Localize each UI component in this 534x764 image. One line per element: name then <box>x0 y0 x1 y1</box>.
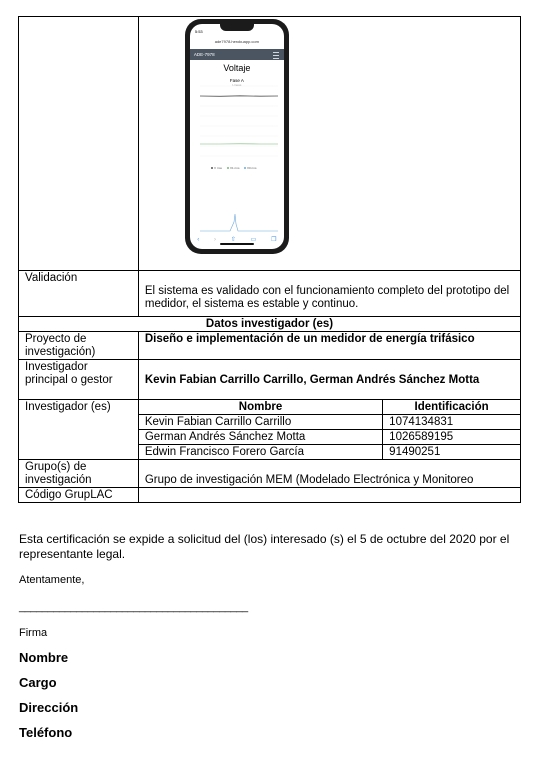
forward-icon: › <box>214 236 217 243</box>
investigadores-label: Investigador (es) <box>18 399 139 460</box>
proyecto-row: Proyecto de investigación) Diseño e impl… <box>18 331 522 360</box>
phone-notch <box>219 24 254 31</box>
investigador-principal-label: Investigador principal o gestor <box>18 359 139 400</box>
back-icon: ‹ <box>197 236 200 243</box>
browser-url: ade7978.herokuapp.com <box>214 39 259 44</box>
grupo-row: Grupo(s) de investigación Grupo de inves… <box>18 459 522 488</box>
series-v-rms <box>199 95 278 97</box>
proyecto-value: Diseño e implementación de un medidor de… <box>137 331 522 360</box>
investigador-principal-row: Investigador principal o gestor Kevin Fa… <box>18 359 522 400</box>
phone-mockup: 5:53 ade7978.herokuapp.com ADE-7978 Volt… <box>184 19 289 254</box>
cargo-label: Cargo <box>19 675 57 690</box>
chart-legend: V rms V1 rms V0 rms <box>210 166 257 170</box>
investigador-nombre: Kevin Fabian Carrillo Carrillo <box>137 414 384 430</box>
home-indicator <box>219 243 254 245</box>
telefono-label: Teléfono <box>19 725 73 740</box>
certificacion-text: Esta certificación se expide a solicitud… <box>19 532 510 561</box>
image-row-label <box>18 16 139 271</box>
validacion-label: Validación <box>18 270 139 317</box>
nombre-label: Nombre <box>19 650 69 665</box>
datos-header-row: Datos investigador (es) <box>18 316 521 332</box>
codigo-value <box>137 487 522 503</box>
codigo-label: Código GrupLAC <box>18 487 139 503</box>
certificate-table: 5:53 ade7978.herokuapp.com ADE-7978 Volt… <box>18 16 522 503</box>
investigador-id: 1074134831 <box>382 414 521 430</box>
investigador-id: 1026589195 <box>382 429 521 445</box>
signature-line: ________________________________________ <box>19 601 248 613</box>
direccion-label: Dirección <box>19 700 79 715</box>
investigador-nombre: Edwin Francisco Forero García <box>137 444 384 460</box>
menu-icon <box>272 52 279 59</box>
col-identificacion-header: Identificación <box>382 399 521 415</box>
legend-v1-rms: V1 rms <box>230 166 240 170</box>
investigadores-header-row: Investigador (es) Nombre Identificación <box>18 399 521 460</box>
image-row: 5:53 ade7978.herokuapp.com ADE-7978 Volt… <box>18 16 522 271</box>
grupo-value: Grupo de investigación MEM (Modelado Ele… <box>137 459 522 488</box>
app-title: ADE-7978 <box>193 52 215 57</box>
tabs-icon: ❐ <box>271 236 277 243</box>
series-v0-rms <box>199 213 278 232</box>
legend-v0-rms: V0 rms <box>247 166 257 170</box>
investigador-principal-value: Kevin Fabian Carrillo Carrillo, German A… <box>137 359 522 400</box>
phone-screenshot-cell: 5:53 ade7978.herokuapp.com ADE-7978 Volt… <box>137 16 522 271</box>
validacion-text: El sistema es validado con el funcionami… <box>137 270 522 317</box>
col-nombre-header: Nombre <box>137 399 384 415</box>
voltage-chart: V rms V1 rms V0 rms <box>199 85 278 232</box>
codigo-row: Código GrupLAC <box>18 487 522 503</box>
proyecto-label: Proyecto de investigación) <box>18 331 139 360</box>
validacion-row: Validación El sistema es validado con el… <box>18 270 522 317</box>
datos-header: Datos investigador (es) <box>18 316 521 332</box>
firma-label: Firma <box>19 627 48 639</box>
investigador-nombre: German Andrés Sánchez Motta <box>137 429 384 445</box>
phone-screen: 5:53 ade7978.herokuapp.com ADE-7978 Volt… <box>189 24 284 249</box>
legend-v-rms: V rms <box>214 166 222 170</box>
investigador-id: 91490251 <box>382 444 521 460</box>
app-bar: ADE-7978 <box>189 49 284 60</box>
atentamente-text: Atentamente, <box>19 574 85 586</box>
grupo-label: Grupo(s) de investigación <box>18 459 139 488</box>
